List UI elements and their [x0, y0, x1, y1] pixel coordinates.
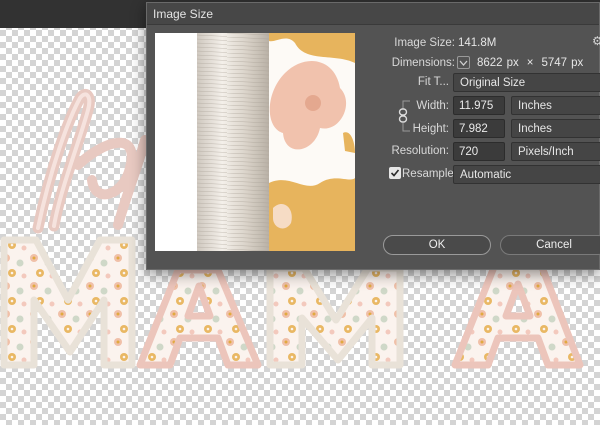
gear-icon[interactable]: ⚙: [592, 34, 600, 48]
height-unit-select[interactable]: Inches: [511, 119, 600, 138]
dimension-times: ×: [526, 57, 534, 69]
dimensions-label: Dimensions:: [391, 57, 455, 69]
fit-to-label: Fit T...: [417, 76, 449, 88]
fit-to-value: Original Size: [460, 76, 526, 89]
dimensions-dropdown[interactable]: [457, 56, 470, 69]
resample-select[interactable]: Automatic: [453, 165, 600, 184]
resolution-label: Resolution:: [391, 145, 449, 157]
dimension-width-px: 8622: [477, 57, 503, 69]
width-input[interactable]: [453, 96, 505, 115]
width-label: Width:: [416, 100, 449, 112]
dimensions-value: 8622 px × 5747 px: [477, 57, 583, 69]
dimension-unit-px-2: px: [571, 57, 584, 69]
resolution-unit-value: Pixels/Inch: [518, 145, 574, 158]
resample-label: Resample:: [402, 168, 457, 180]
resolution-unit-select[interactable]: Pixels/Inch: [511, 142, 600, 161]
width-unit-value: Inches: [518, 99, 552, 112]
height-label: Height:: [412, 123, 449, 135]
image-size-value: 141.8M: [458, 37, 497, 49]
resample-checkbox[interactable]: [389, 167, 401, 179]
dimension-unit-px: px: [506, 57, 519, 69]
height-unit-value: Inches: [518, 122, 552, 135]
ok-button[interactable]: OK: [383, 235, 491, 255]
dialog-titlebar[interactable]: Image Size: [147, 3, 599, 25]
resample-value: Automatic: [460, 168, 512, 181]
resolution-input[interactable]: [453, 142, 505, 161]
dimension-height-px: 5747: [541, 57, 568, 69]
image-preview[interactable]: [155, 33, 355, 251]
chain-link-icon: [398, 108, 408, 123]
dialog-title: Image Size: [153, 6, 214, 21]
width-unit-select[interactable]: Inches: [511, 96, 600, 115]
preview-image: [155, 33, 355, 251]
fit-to-select[interactable]: Original Size: [453, 73, 600, 92]
image-size-dialog: Image Size ⚙ Image Size: 141.8M Dimensio…: [146, 2, 600, 270]
image-size-label: Image Size:: [394, 37, 455, 49]
checkmark-icon: [390, 169, 400, 177]
cancel-button[interactable]: Cancel: [500, 235, 600, 255]
chevron-down-icon: [459, 60, 468, 66]
height-input[interactable]: [453, 119, 505, 138]
